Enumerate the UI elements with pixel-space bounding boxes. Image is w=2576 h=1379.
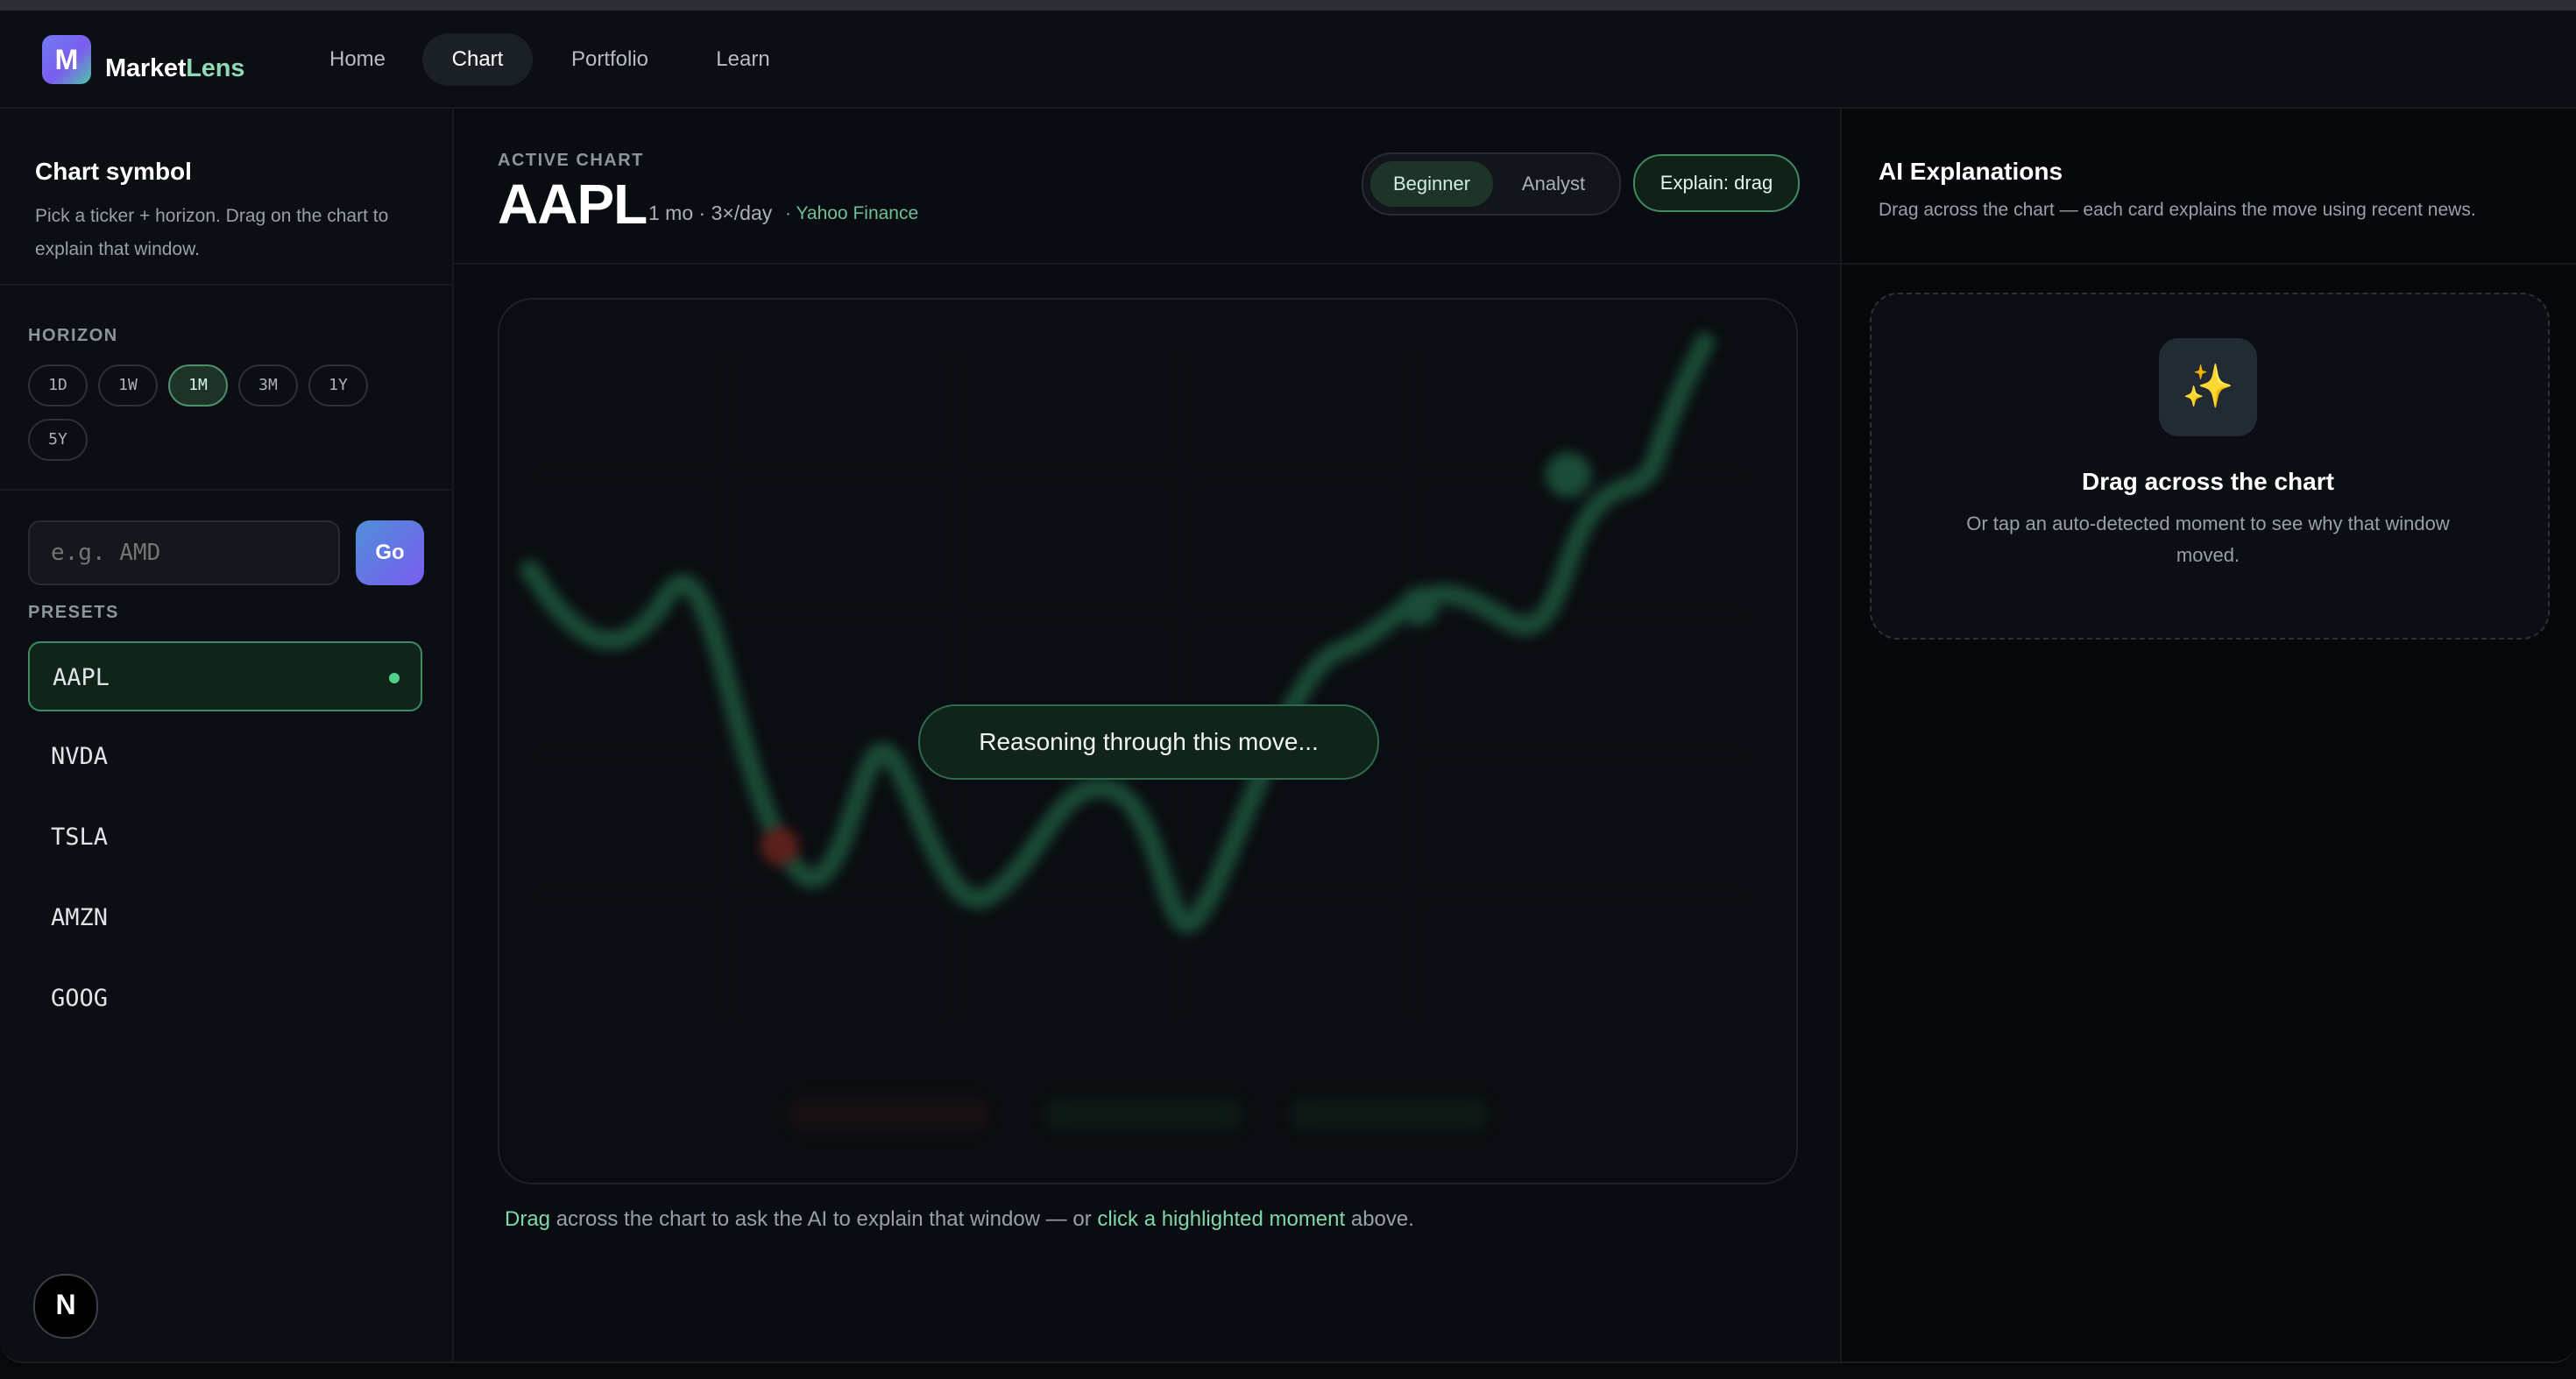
nav-home[interactable]: Home (307, 33, 408, 86)
nextjs-dev-badge[interactable]: N (33, 1274, 98, 1339)
selected-indicator-dot (389, 673, 400, 683)
preset-label: NVDA (51, 743, 109, 770)
brand-name-part2: Lens (186, 54, 245, 82)
empty-state-body: Or tap an auto-detected moment to see wh… (1870, 508, 2546, 571)
horizon-label: HORIZON (28, 326, 118, 345)
sidebar-title: Chart symbol (35, 158, 192, 185)
top-navigation-bar: M MarketLens Home Chart Portfolio Learn (0, 11, 2576, 109)
preset-nvda[interactable]: NVDA (28, 722, 422, 792)
horizon-1d[interactable]: 1D (28, 364, 88, 407)
brand-name-part1: Market (105, 54, 187, 82)
mode-toggle: Beginner Analyst (1362, 152, 1621, 216)
horizon-5y[interactable]: 5Y (28, 419, 88, 461)
presets-label: PRESETS (28, 603, 119, 622)
empty-state-body-line1: Or tap an auto-detected moment to see wh… (1966, 513, 2450, 534)
mode-beginner[interactable]: Beginner (1370, 161, 1493, 207)
preset-label: AAPL (53, 664, 110, 691)
preset-aapl[interactable]: AAPL (28, 641, 422, 711)
explain-drag-button[interactable]: Explain: drag (1633, 154, 1800, 212)
nav-portfolio[interactable]: Portfolio (550, 33, 669, 86)
go-button[interactable]: Go (356, 520, 424, 585)
window-top-strip (0, 0, 2576, 11)
data-source: · Yahoo Finance (785, 203, 919, 223)
reasoning-status-pill: Reasoning through this move... (918, 704, 1379, 780)
horizon-1w[interactable]: 1W (98, 364, 158, 407)
app-window: M MarketLens Home Chart Portfolio Learn … (0, 11, 2576, 1363)
sidebar-subtitle-line1: Pick a ticker + horizon. Drag on the cha… (35, 206, 389, 226)
preset-goog[interactable]: GOOG (28, 964, 422, 1034)
ticker-search-input[interactable] (28, 520, 340, 585)
preset-label: GOOG (51, 985, 109, 1012)
active-symbol: AAPL (498, 173, 648, 236)
horizon-1y[interactable]: 1Y (308, 364, 368, 407)
active-chart-eyebrow: ACTIVE CHART (498, 151, 644, 170)
brand-name[interactable]: MarketLens (105, 54, 244, 83)
nav-learn[interactable]: Learn (697, 33, 789, 86)
empty-state-body-line2: moved. (2176, 544, 2240, 566)
aside-divider (1842, 263, 2576, 265)
sidebar-subtitle: Pick a ticker + horizon. Drag on the cha… (35, 200, 388, 266)
sparkles-icon: ✨ (2159, 338, 2257, 436)
nav-chart[interactable]: Chart (422, 33, 533, 86)
preset-tsla[interactable]: TSLA (28, 803, 422, 873)
sidebar-divider-2 (0, 489, 452, 491)
help-mid: across the chart to ask the AI to explai… (550, 1207, 1098, 1231)
sidebar-divider (0, 284, 452, 286)
ai-panel-title: AI Explanations (1879, 158, 2063, 185)
main-divider (454, 263, 1840, 265)
preset-label: TSLA (51, 824, 109, 851)
empty-state-title: Drag across the chart (2082, 468, 2334, 495)
sidebar: Chart symbol Pick a ticker + horizon. Dr… (0, 109, 454, 1361)
preset-label: AMZN (51, 904, 109, 931)
chart-meta: 1 mo · 3×/day (648, 202, 773, 224)
horizon-3m[interactable]: 3M (238, 364, 298, 407)
chart-help-note: Drag across the chart to ask the AI to e… (505, 1207, 1414, 1232)
help-drag: Drag (505, 1207, 551, 1231)
help-click-moment-link[interactable]: click a highlighted moment (1097, 1207, 1345, 1231)
preset-amzn[interactable]: AMZN (28, 883, 422, 953)
ai-panel-subtitle: Drag across the chart — each card explai… (1879, 200, 2476, 220)
sidebar-subtitle-line2: explain that window. (35, 239, 200, 259)
help-end: above. (1345, 1207, 1414, 1231)
mode-analyst[interactable]: Analyst (1495, 161, 1612, 207)
horizon-1m[interactable]: 1M (168, 364, 228, 407)
app-logo[interactable]: M (42, 35, 91, 84)
